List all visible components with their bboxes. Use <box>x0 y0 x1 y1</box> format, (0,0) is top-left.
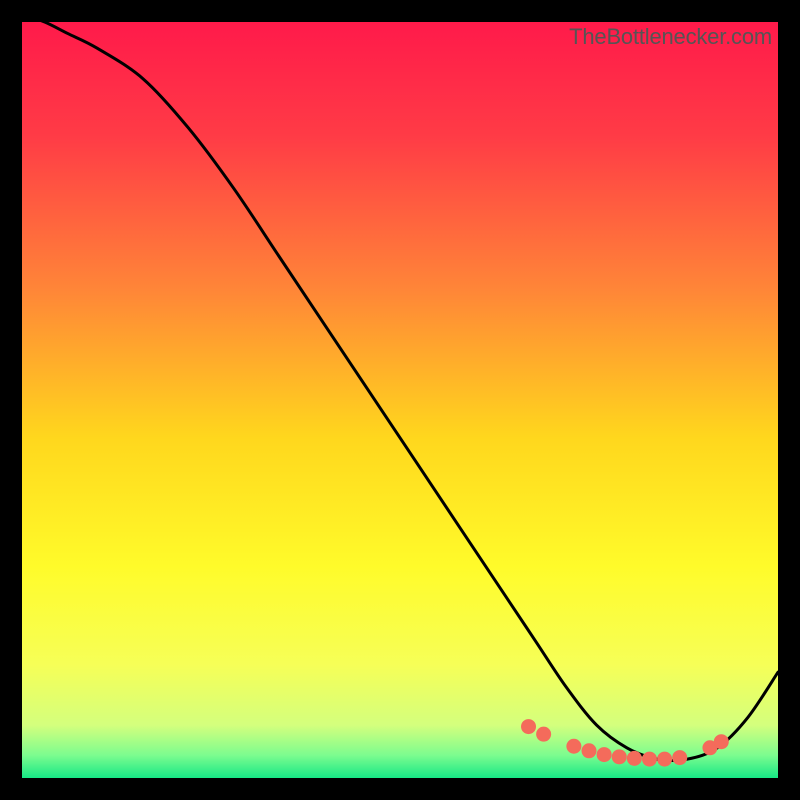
marker-point <box>566 739 581 754</box>
chart-svg <box>22 22 778 778</box>
marker-point <box>536 727 551 742</box>
marker-point <box>672 750 687 765</box>
gradient-background <box>22 22 778 778</box>
marker-point <box>714 734 729 749</box>
watermark-label: TheBottlenecker.com <box>569 24 772 50</box>
marker-point <box>521 719 536 734</box>
marker-point <box>582 743 597 758</box>
marker-point <box>627 751 642 766</box>
marker-point <box>597 747 612 762</box>
marker-point <box>642 752 657 767</box>
chart-frame: TheBottlenecker.com <box>22 22 778 778</box>
marker-point <box>657 752 672 767</box>
marker-point <box>612 749 627 764</box>
